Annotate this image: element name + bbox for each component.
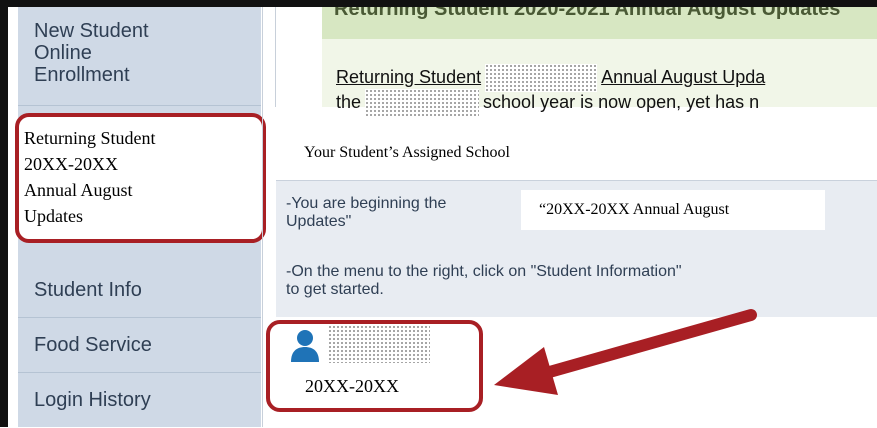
year-overlay-label: “20XX-20XX Annual August: [521, 190, 825, 230]
top-border: [0, 0, 877, 7]
instruction-text: -You are beginning the: [286, 195, 447, 212]
sidebar-item-label: Annual August: [24, 180, 133, 200]
sidebar-item-returning-student[interactable]: Returning Student 20XX-20XX Annual Augus…: [24, 125, 244, 229]
instruction-text: to get started.: [286, 281, 384, 298]
sidebar-item-new-student-enrollment[interactable]: New Student Online Enrollment: [18, 7, 261, 106]
notice-heading-text: Returning Student 2020-2021 Annual Augus…: [334, 7, 841, 20]
notice-heading: Returning Student 2020-2021 Annual Augus…: [322, 7, 877, 39]
notice-line-1: Returning Student Annual August Upda: [336, 64, 765, 92]
notice-text: the: [336, 91, 362, 112]
assigned-school-label: Your Student’s Assigned School: [286, 132, 610, 174]
student-year-label: 20XX-20XX: [305, 376, 399, 396]
sidebar-item-label: Returning Student: [24, 128, 156, 148]
sidebar-item-login-history[interactable]: Login History: [18, 373, 261, 428]
notice-text: Returning Student: [336, 66, 482, 87]
instruction-text: Updates": [286, 213, 352, 230]
notice-text: school year is now open, yet has n: [483, 91, 760, 112]
arrow-icon: [494, 309, 757, 395]
sidebar-item-label: 20XX-20XX: [24, 154, 118, 174]
sidebar-item-student-info[interactable]: Student Info: [18, 263, 261, 318]
divider: [262, 7, 263, 427]
sidebar-item-food-service[interactable]: Food Service: [18, 318, 261, 373]
person-icon: [291, 330, 319, 362]
left-border: [0, 0, 8, 427]
notice-text: Annual August Upda: [601, 66, 766, 87]
redacted-block: [485, 64, 598, 92]
sidebar-item-label: Updates: [24, 206, 83, 226]
instruction-text: -On the menu to the right, click on "Stu…: [286, 263, 682, 280]
divider: [275, 7, 276, 107]
redacted-student-name: [328, 325, 430, 363]
redacted-block: [365, 89, 480, 117]
notice-line-2: the school year is now open, yet has n: [336, 89, 759, 117]
sidebar-item-label: New Student Online Enrollment: [34, 20, 149, 86]
